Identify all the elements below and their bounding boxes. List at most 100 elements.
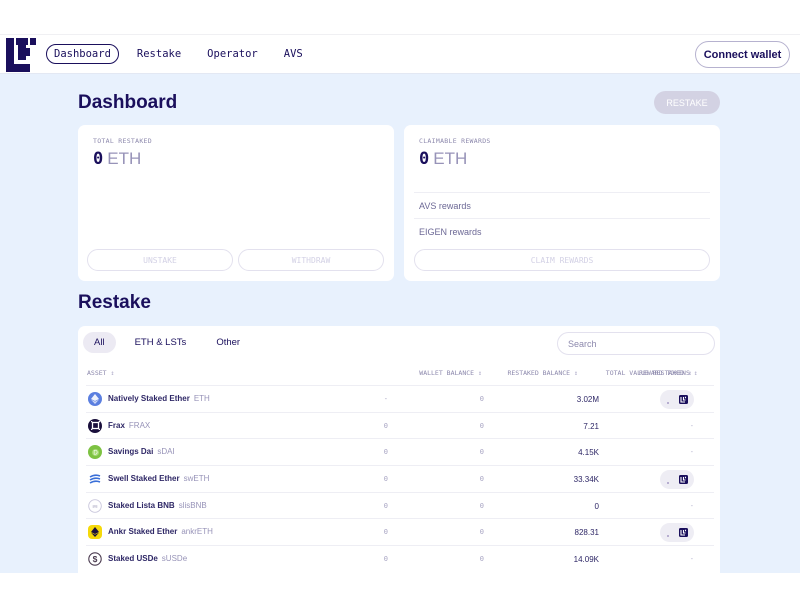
asset-row[interactable]: Swell Staked Ether swETH 0 0 33.34K	[86, 465, 714, 492]
asset-name[interactable]: Frax FRAX	[108, 421, 150, 430]
wallet-balance: 0	[383, 475, 388, 484]
wallet-balance: 0	[383, 448, 388, 457]
moon-token-icon	[667, 474, 674, 485]
avs-rewards-row: AVS rewards	[414, 192, 710, 218]
eigen-token-icon	[679, 395, 688, 404]
nav-dashboard[interactable]: Dashboard	[46, 44, 119, 64]
restaked-balance: 0	[479, 555, 484, 564]
reward-tokens-pill[interactable]	[660, 390, 694, 409]
claimable-rewards-unit: ETH	[433, 149, 468, 168]
asset-symbol: ankrETH	[181, 527, 213, 537]
restake-section-title: Restake	[78, 292, 151, 313]
asset-name[interactable]: Swell Staked Ether swETH	[108, 474, 209, 483]
moon-token-icon	[667, 527, 674, 538]
asset-name-text: Frax	[108, 420, 125, 430]
total-value-restaked: 14.09K	[573, 555, 599, 565]
app: Dashboard Restake Operator AVS Connect w…	[0, 34, 800, 573]
asset-symbol: sDAI	[157, 447, 175, 457]
withdraw-button[interactable]: WITHDRAW	[238, 249, 384, 271]
search-box[interactable]	[557, 332, 715, 355]
asset-name[interactable]: Natively Staked Ether ETH	[108, 394, 210, 403]
nav-avs[interactable]: AVS	[276, 44, 311, 64]
wallet-balance: 0	[383, 421, 388, 430]
restake-table-card: All ETH & LSTs Other ASSET↕ WALLET BALAN…	[78, 326, 720, 573]
col-reward-tokens-label: REWARD TOKENS	[639, 369, 690, 377]
nav-operator[interactable]: Operator	[199, 44, 266, 64]
total-value-restaked: 33.34K	[573, 475, 599, 485]
total-value-restaked: 4.15K	[578, 448, 599, 458]
wallet-balance: -	[383, 395, 388, 403]
sort-icon: ↕	[478, 369, 482, 377]
asset-name-text: Savings Dai	[108, 447, 154, 457]
asset-symbol: FRAX	[128, 420, 151, 430]
svg-text:D: D	[93, 450, 98, 456]
reward-tokens-pill[interactable]	[660, 470, 694, 490]
nav-restake[interactable]: Restake	[129, 44, 189, 64]
reward-tokens-pill[interactable]	[660, 523, 694, 543]
total-restaked-unit: ETH	[107, 149, 142, 168]
sort-icon: ↕	[693, 369, 698, 377]
total-value-restaked: 0	[594, 501, 599, 511]
eigen-token-icon	[679, 528, 688, 538]
slisbnb-icon: slis	[88, 498, 102, 513]
col-restaked-balance[interactable]: RESTAKED BALANCE ↕	[507, 369, 578, 377]
wallet-balance: 0	[383, 501, 388, 510]
sweth-icon	[88, 472, 102, 486]
claimable-rewards-value: 0 ETH	[419, 149, 467, 169]
asset-name[interactable]: Staked USDe sUSDe	[108, 554, 187, 563]
asset-row[interactable]: Frax FRAX 0 0 7.21 -	[86, 411, 714, 439]
unstake-button[interactable]: UNSTAKE	[87, 249, 233, 271]
asset-symbol: slisBNB	[178, 500, 207, 510]
filter-all[interactable]: All	[83, 332, 116, 353]
susde-icon: $	[88, 552, 102, 567]
table-header: ASSET ↕ WALLET BALANCE ↕ RESTAKED BALANCE ↕…	[86, 363, 714, 385]
asset-name-text: Staked Lista BNB	[108, 500, 175, 510]
asset-filter-tabs: All ETH & LSTs Other	[83, 332, 259, 353]
total-restaked-label: TOTAL RESTAKED	[93, 137, 152, 145]
asset-name[interactable]: Savings Dai sDAI	[108, 447, 175, 456]
total-value-restaked: 828.31	[574, 528, 599, 538]
total-restaked-card: TOTAL RESTAKED 0 ETH UNSTAKE WITHDRAW	[78, 125, 394, 281]
asset-row[interactable]: Natively Staked Ether ETH - 0 3.02M	[86, 385, 714, 412]
filter-eth-lsts[interactable]: ETH & LSTs	[124, 332, 198, 353]
asset-name-text: Natively Staked Ether	[108, 394, 190, 403]
ankreth-icon	[88, 525, 102, 540]
asset-symbol: swETH	[183, 474, 210, 484]
col-reward-tokens[interactable]: REWARD TOKENS ↕	[639, 369, 698, 377]
asset-row[interactable]: Ankr Staked Ether ankrETH 0 0 828.31	[86, 518, 714, 545]
connect-wallet-button[interactable]: Connect wallet	[695, 41, 790, 68]
asset-name[interactable]: Staked Lista BNB slisBNB	[108, 501, 207, 510]
search-input[interactable]	[568, 338, 708, 349]
asset-name-text: Swell Staked Ether	[108, 474, 180, 484]
eigenlayer-logo[interactable]	[6, 38, 38, 72]
sort-icon: ↕	[574, 369, 578, 377]
claim-rewards-button[interactable]: CLAIM REWARDS	[414, 249, 710, 271]
col-restaked-balance-label: RESTAKED BALANCE	[507, 369, 571, 377]
total-restaked-amount: 0	[93, 149, 104, 169]
restaked-balance: 0	[479, 528, 484, 537]
col-wallet-balance[interactable]: WALLET BALANCE ↕	[419, 369, 482, 377]
svg-text:slis: slis	[92, 504, 97, 508]
col-asset[interactable]: ASSET ↕	[87, 369, 115, 377]
restake-button[interactable]: RESTAKE	[654, 91, 720, 114]
asset-row[interactable]: D Savings Dai sDAI 0 0 4.15K -	[86, 438, 714, 465]
restaked-balance: 0	[479, 501, 484, 510]
top-nav-bar: Dashboard Restake Operator AVS Connect w…	[0, 34, 800, 74]
filter-other[interactable]: Other	[205, 332, 251, 353]
col-asset-label: ASSET	[87, 369, 107, 377]
svg-text:$: $	[93, 554, 98, 564]
page-title: Dashboard	[78, 92, 178, 113]
wallet-balance: 0	[383, 555, 388, 564]
asset-name[interactable]: Ankr Staked Ether ankrETH	[108, 527, 213, 536]
restaked-balance: 0	[479, 448, 484, 457]
restaked-balance: 0	[479, 395, 484, 403]
eigen-token-icon	[679, 475, 688, 485]
asset-symbol: sUSDe	[161, 554, 188, 564]
wallet-balance: 0	[383, 528, 388, 537]
sdai-icon: D	[88, 445, 102, 460]
asset-row[interactable]: $ Staked USDe sUSDe 0 0 14.09K -	[86, 545, 714, 572]
asset-symbol: ETH	[193, 394, 210, 403]
total-value-restaked: 3.02M	[576, 395, 599, 404]
asset-row[interactable]: slis Staked Lista BNB slisBNB 0 0 0 -	[86, 491, 714, 519]
main-nav: Dashboard Restake Operator AVS	[46, 44, 321, 64]
